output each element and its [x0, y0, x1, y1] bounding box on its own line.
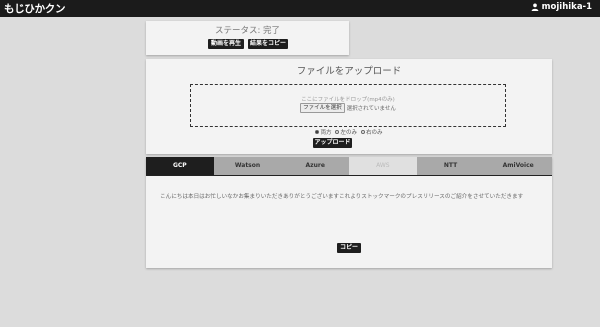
copy-result-button[interactable]: 結果をコピー — [248, 39, 288, 49]
play-video-button[interactable]: 動画を再生 — [208, 39, 244, 49]
radio-right-only-indicator[interactable] — [361, 130, 365, 134]
result-panel: GCP Watson Azure AWS NTT AmiVoice こんにちは本… — [146, 157, 552, 268]
copy-button[interactable]: コピー — [337, 243, 361, 253]
radio-both-label: 両方 — [320, 130, 332, 136]
radio-both-indicator[interactable] — [315, 130, 320, 134]
tab-watson[interactable]: Watson — [214, 157, 282, 175]
file-dropzone[interactable]: ここにファイルをドロップ(mp4のみ) ファイルを選択 選択されていません — [190, 84, 506, 127]
tab-azure[interactable]: Azure — [281, 157, 349, 175]
upload-title: ファイルをアップロード — [296, 66, 402, 77]
transcript-text: こんにちは本日はお忙しいなかお集まりいただきありがとうございますこれよりストック… — [160, 194, 524, 200]
tab-ntt[interactable]: NTT — [417, 157, 485, 175]
engine-tabs: GCP Watson Azure AWS NTT AmiVoice — [146, 157, 552, 175]
status-text: ステータス: 完了 — [214, 26, 281, 36]
drop-hint: ここにファイルをドロップ(mp4のみ) — [301, 97, 395, 103]
channel-radio-group: 両方 左のみ 右のみ — [146, 128, 552, 136]
upload-button[interactable]: アップロード — [313, 138, 352, 148]
status-panel: ステータス: 完了 動画を再生 結果をコピー — [146, 21, 349, 55]
tab-amivoice[interactable]: AmiVoice — [484, 157, 552, 175]
user-menu[interactable]: mojihika-1 — [531, 2, 592, 12]
radio-right-only[interactable]: 右のみ — [361, 128, 383, 136]
radio-right-only-label: 右のみ — [366, 130, 383, 136]
radio-left-only-label: 左のみ — [340, 130, 357, 136]
tab-aws: AWS — [349, 157, 417, 175]
user-name: mojihika-1 — [541, 2, 592, 12]
choose-file-button[interactable]: ファイルを選択 — [300, 103, 345, 113]
tab-underline — [146, 175, 552, 176]
file-status: 選択されていません — [346, 106, 396, 112]
user-icon — [531, 3, 539, 11]
upload-panel: ファイルをアップロード ここにファイルをドロップ(mp4のみ) ファイルを選択 … — [146, 59, 552, 154]
top-navbar: もじひかクン mojihika-1 — [0, 0, 600, 17]
app-logo[interactable]: もじひかクン — [4, 1, 66, 16]
radio-left-only[interactable]: 左のみ — [335, 128, 357, 136]
file-input: ファイルを選択 選択されていません — [191, 103, 505, 113]
tab-gcp[interactable]: GCP — [146, 157, 214, 175]
radio-left-only-indicator[interactable] — [335, 130, 340, 134]
radio-both[interactable]: 両方 — [315, 128, 331, 136]
